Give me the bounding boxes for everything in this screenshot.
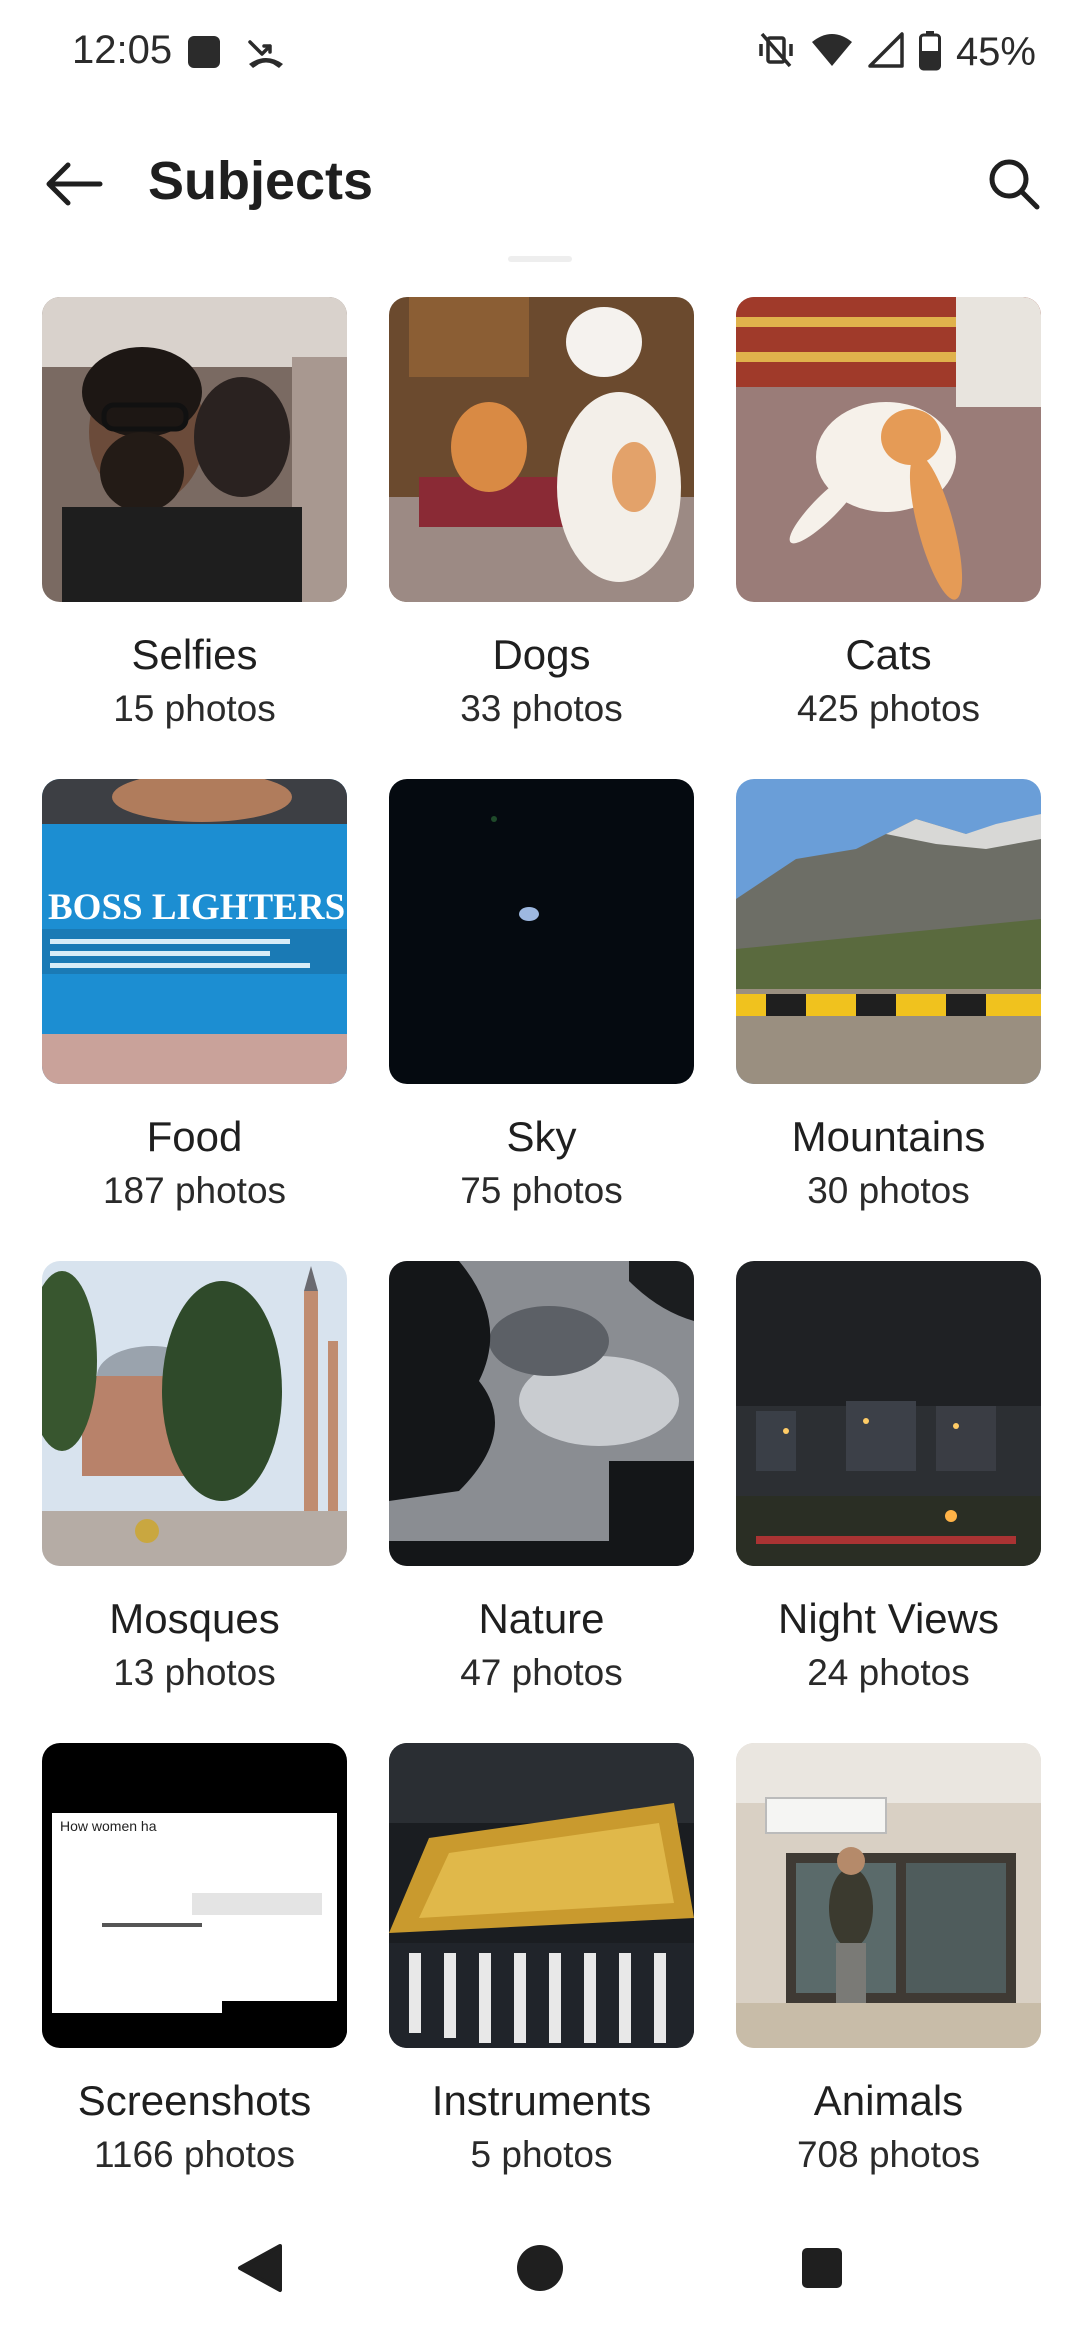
subject-count: 13 photos (113, 1652, 276, 1693)
subject-count: 187 photos (102, 1170, 287, 1211)
subject-label: Screenshots (77, 2077, 312, 2124)
thumbnail-image (389, 297, 694, 602)
subject-label: Nature (478, 1595, 605, 1642)
arrow-left-icon (42, 152, 106, 221)
signal-icon (868, 30, 904, 75)
app-bar: Subjects (0, 120, 1080, 246)
search-button[interactable] (968, 140, 1060, 232)
back-button[interactable] (28, 140, 120, 232)
food-banner-text: BOSS LIGHTERS (48, 887, 345, 928)
thumbnail-image (736, 1743, 1041, 2048)
subject-label: Mountains (791, 1113, 986, 1160)
thumbnail-image (389, 1261, 694, 1566)
subject-label: Food (146, 1113, 243, 1160)
wifi-icon (810, 30, 854, 75)
nav-recents-button[interactable] (780, 2228, 864, 2312)
subject-tile-screenshots[interactable]: How women ha Screenshots 1166 photos (42, 1743, 347, 2225)
recents-square-icon (800, 2246, 844, 2295)
subject-tile-cats[interactable]: Cats 425 photos (736, 297, 1041, 779)
subject-label: Mosques (109, 1595, 280, 1642)
subject-label: Instruments (431, 2077, 652, 2124)
subject-tile-mountains[interactable]: Mountains 30 photos (736, 779, 1041, 1261)
thumbnail-image (42, 1261, 347, 1566)
subject-count: 33 photos (460, 688, 623, 729)
subject-tile-mosques[interactable]: Mosques 13 photos (42, 1261, 347, 1743)
subject-tile-nature[interactable]: Nature 47 photos (389, 1261, 694, 1743)
subject-tile-night-views[interactable]: Night Views 24 photos (736, 1261, 1041, 1743)
subject-label: Sky (506, 1113, 577, 1160)
home-circle-icon (515, 2243, 565, 2298)
subject-count: 75 photos (460, 1170, 623, 1211)
scroll-indicator (508, 256, 572, 262)
back-triangle-icon (236, 2242, 284, 2299)
subject-label: Night Views (778, 1595, 999, 1642)
nav-home-button[interactable] (498, 2228, 582, 2312)
subject-count: 708 photos (796, 2134, 981, 2175)
subject-count: 425 photos (796, 688, 981, 729)
subject-tile-food[interactable]: BOSS LIGHTERS Food 187 photos (42, 779, 347, 1261)
subject-count: 47 photos (460, 1652, 623, 1693)
subject-label: Dogs (492, 631, 591, 678)
page-title: Subjects (148, 151, 374, 211)
subject-tile-sky[interactable]: Sky 75 photos (389, 779, 694, 1261)
subject-tile-instruments[interactable]: Instruments 5 photos (389, 1743, 694, 2225)
thumbnail-image: How women ha (42, 1743, 347, 2048)
thumbnail-image (389, 779, 694, 1084)
thumbnail-image (42, 297, 347, 602)
missed-call-icon (246, 34, 286, 75)
subject-count: 30 photos (807, 1170, 970, 1211)
subject-label: Animals (813, 2077, 964, 2124)
subject-label: Cats (845, 631, 932, 678)
status-time: 12:05 (72, 28, 173, 72)
thumbnail-image (736, 1261, 1041, 1566)
screenshot-text: How women ha (60, 1818, 157, 1834)
thumbnail-image (389, 1743, 694, 2048)
system-nav-bar (0, 2200, 1080, 2340)
thumbnail-image (736, 297, 1041, 602)
notification-square-icon (186, 34, 222, 75)
battery-icon (918, 29, 942, 76)
subject-count: 1166 photos (94, 2134, 295, 2175)
battery-percentage: 45% (955, 29, 1036, 74)
status-bar: 12:05 45% (0, 0, 1080, 105)
search-icon (986, 156, 1042, 217)
subjects-grid: Selfies 15 photos Dogs 33 photos Cats 42… (42, 297, 1042, 2225)
thumbnail-image: BOSS LIGHTERS (42, 779, 347, 1084)
subject-tile-animals[interactable]: Animals 708 photos (736, 1743, 1041, 2225)
subject-label: Selfies (131, 631, 258, 678)
vibrate-off-icon (756, 30, 796, 75)
subject-count: 15 photos (113, 688, 276, 729)
subject-count: 5 photos (470, 2134, 613, 2175)
thumbnail-image (736, 779, 1041, 1084)
subject-tile-dogs[interactable]: Dogs 33 photos (389, 297, 694, 779)
subject-tile-selfies[interactable]: Selfies 15 photos (42, 297, 347, 779)
subject-count: 24 photos (807, 1652, 970, 1693)
nav-back-button[interactable] (218, 2228, 302, 2312)
